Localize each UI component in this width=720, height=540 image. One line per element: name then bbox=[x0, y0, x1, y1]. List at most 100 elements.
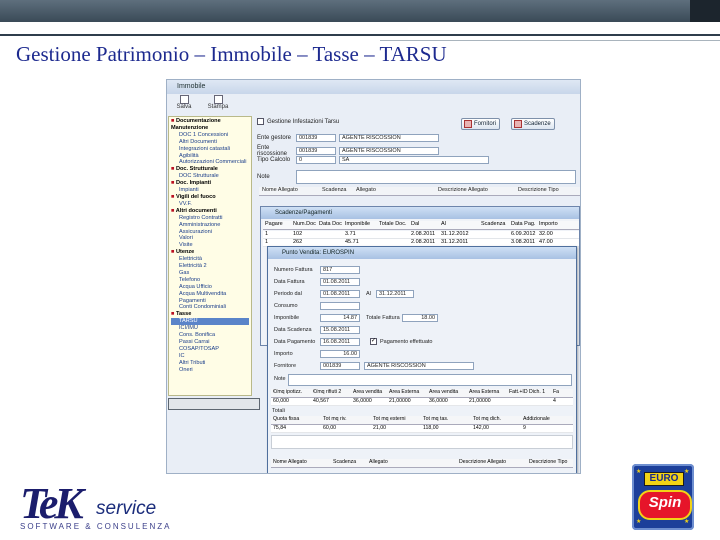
fornitori-icon bbox=[464, 120, 472, 128]
tree-item[interactable]: IC bbox=[171, 353, 249, 360]
tree-item[interactable]: Valori bbox=[171, 235, 249, 242]
cell: Imponibile bbox=[345, 221, 371, 227]
ente-gestore-code[interactable]: 001839 bbox=[296, 134, 336, 142]
pv-attachments-header: Nome Allegato Scadenza Allegato Descrizione… bbox=[271, 459, 573, 468]
cell: 31.12.2011 bbox=[441, 239, 469, 245]
cell: Scadenza bbox=[333, 459, 357, 465]
fornitori-button[interactable]: Fornitori bbox=[461, 118, 501, 130]
periodo-al-field[interactable]: 31.12.2011 bbox=[376, 290, 414, 298]
tree-item[interactable]: Amministrazione bbox=[171, 222, 249, 229]
cell: €/mq ipotizz. bbox=[273, 389, 303, 395]
eurospin-logo: ★ ★ ★ ★ EURO Spin bbox=[632, 464, 694, 530]
pv-note-field[interactable] bbox=[288, 374, 572, 386]
pagamento-checkbox[interactable]: ✓ bbox=[370, 338, 377, 345]
cell: Tot mq dich. bbox=[473, 416, 501, 422]
cell: 4 bbox=[553, 398, 556, 404]
cell: Tot mq riv. bbox=[323, 416, 347, 422]
cell: Num.Doc bbox=[293, 221, 316, 227]
tipo-calcolo-code[interactable]: 0 bbox=[296, 156, 336, 164]
data-fattura-field[interactable]: 01.08.2011 bbox=[320, 278, 360, 286]
tree-item[interactable]: Elettricità bbox=[171, 256, 249, 263]
cell: 118,00 bbox=[423, 425, 439, 431]
tree-item[interactable]: Gas bbox=[171, 270, 249, 277]
tree-item[interactable]: Cons. Bonifica bbox=[171, 332, 249, 339]
table-row[interactable]: 75,84 60,00 21,00 118,00 142,00 9 bbox=[271, 425, 573, 433]
main-note-field[interactable] bbox=[296, 170, 576, 184]
cell: 32.00 bbox=[539, 231, 553, 237]
tree-item[interactable]: ICI/IMU bbox=[171, 325, 249, 332]
tree-item[interactable]: Tasse bbox=[171, 311, 249, 318]
tree-item[interactable]: TARSU bbox=[171, 318, 249, 326]
cell: 3.08.2011 bbox=[511, 239, 536, 245]
tarsu-checkbox[interactable] bbox=[257, 118, 264, 125]
tree-item[interactable]: VV.F. bbox=[171, 201, 249, 208]
tree-item[interactable]: Agibilità bbox=[171, 153, 249, 160]
mq-grid-header: €/mq ipotizz. €/mq rifiuti 2 Area vendita A… bbox=[271, 389, 573, 398]
tree-item[interactable]: Conti Condominiali bbox=[171, 304, 249, 311]
tree-item[interactable]: Registro Contratti bbox=[171, 215, 249, 222]
cell: 1 bbox=[265, 239, 269, 245]
scadenze-window-title: Scadenze/Pagamenti bbox=[261, 207, 579, 219]
tree-item[interactable]: Integrazioni catastali bbox=[171, 146, 249, 153]
cell: Area vendita bbox=[429, 389, 459, 395]
tree-item[interactable]: Passi Carrai bbox=[171, 339, 249, 346]
tree-item[interactable]: Altri Tributi bbox=[171, 360, 249, 367]
tree-item[interactable]: Oneri bbox=[171, 367, 249, 374]
table-row[interactable]: 60,000 40,567 36,0000 21,00000 36,0000 21,000… bbox=[271, 398, 573, 406]
tree-item[interactable]: Documentazione Manutenzione bbox=[171, 118, 249, 132]
scadenze-button[interactable]: Scadenze bbox=[511, 118, 555, 130]
tree-item[interactable]: Acqua Multivendita bbox=[171, 291, 249, 298]
slide-rule bbox=[0, 34, 720, 36]
cell: Descrizione Allegato bbox=[459, 459, 507, 465]
table-row[interactable]: 1 102 3.71 2.08.2011 31.12.2012 6.09.2012 32.0… bbox=[263, 231, 579, 239]
imponibile-field[interactable]: 14.87 bbox=[320, 314, 360, 322]
tree-item[interactable]: Impianti bbox=[171, 187, 249, 194]
fornitore-name-field[interactable]: AGENTE RISCOSSION bbox=[364, 362, 474, 370]
ente-riscossione-code[interactable]: 001839 bbox=[296, 147, 336, 155]
app-screenshot: Immobile Salva Stampa Documentazione Man… bbox=[166, 79, 581, 474]
tree-item[interactable]: Elettricità 2 bbox=[171, 263, 249, 270]
totali-grid-header: Quota fissa Tot mq riv. Tot mq esterni Tot … bbox=[271, 416, 573, 425]
tree-item[interactable]: DOC 1 Concessioni bbox=[171, 132, 249, 139]
cell: 9 bbox=[523, 425, 526, 431]
tree-item[interactable]: Visite bbox=[171, 242, 249, 249]
tipo-calcolo-name[interactable]: SA bbox=[339, 156, 489, 164]
tree-item[interactable]: Acqua Ufficio bbox=[171, 284, 249, 291]
totale-fattura-field[interactable]: 18.00 bbox=[402, 314, 438, 322]
cell bbox=[317, 231, 343, 238]
cell: Quota fissa bbox=[273, 416, 300, 422]
main-window-titlebar: Immobile bbox=[167, 80, 580, 94]
cell: Area vendita bbox=[353, 389, 383, 395]
tree-item[interactable]: Assicurazioni bbox=[171, 229, 249, 236]
punto-vendita-window[interactable]: Punto Vendita: EUROSPIN Numero Fattura 8… bbox=[267, 246, 577, 473]
tree-item[interactable]: COSAP/TOSAP bbox=[171, 346, 249, 353]
cell: Pagare bbox=[265, 221, 283, 227]
data-pagamento-field[interactable]: 16.08.2011 bbox=[320, 338, 360, 346]
numero-fattura-field[interactable]: 817 bbox=[320, 266, 360, 274]
ente-gestore-name[interactable]: AGENTE RISCOSSION bbox=[339, 134, 439, 142]
ente-riscossione-name[interactable]: AGENTE RISCOSSION bbox=[339, 147, 439, 155]
tree-item[interactable]: Pagamenti bbox=[171, 298, 249, 305]
tree-item[interactable]: DOC Strutturale bbox=[171, 173, 249, 180]
cell: Area Esterna bbox=[389, 389, 420, 395]
tree-item[interactable]: Autorizzazioni Commerciali bbox=[171, 159, 249, 166]
data-scadenza-field[interactable]: 15.08.2011 bbox=[320, 326, 360, 334]
tree-item[interactable]: Altri documenti bbox=[171, 208, 249, 215]
fornitore-code-field[interactable]: 001839 bbox=[320, 362, 360, 370]
tree-item[interactable]: Utenze bbox=[171, 249, 249, 256]
tree-item[interactable]: Doc. Impianti bbox=[171, 180, 249, 187]
tree-item[interactable]: Altri Documenti bbox=[171, 139, 249, 146]
cell: 40,567 bbox=[313, 398, 329, 404]
tree-item[interactable]: Telefono bbox=[171, 277, 249, 284]
main-attachments-header: Nome Allegato Scadenza Allegato Descrizi… bbox=[259, 187, 580, 196]
cell: 142,00 bbox=[473, 425, 489, 431]
cell: Importo bbox=[539, 221, 558, 227]
tree-item[interactable]: Doc. Strutturale bbox=[171, 166, 249, 173]
document-tree[interactable]: Documentazione ManutenzioneDOC 1 Concess… bbox=[168, 116, 252, 396]
tree-item[interactable]: Vigili del fuoco bbox=[171, 194, 249, 201]
cell bbox=[479, 231, 509, 238]
importo-field[interactable]: 16.00 bbox=[320, 350, 360, 358]
cell: Fatt.+ID Dich. 1 bbox=[509, 389, 546, 395]
consumo-field[interactable] bbox=[320, 302, 360, 310]
periodo-dal-field[interactable]: 01.08.2011 bbox=[320, 290, 360, 298]
